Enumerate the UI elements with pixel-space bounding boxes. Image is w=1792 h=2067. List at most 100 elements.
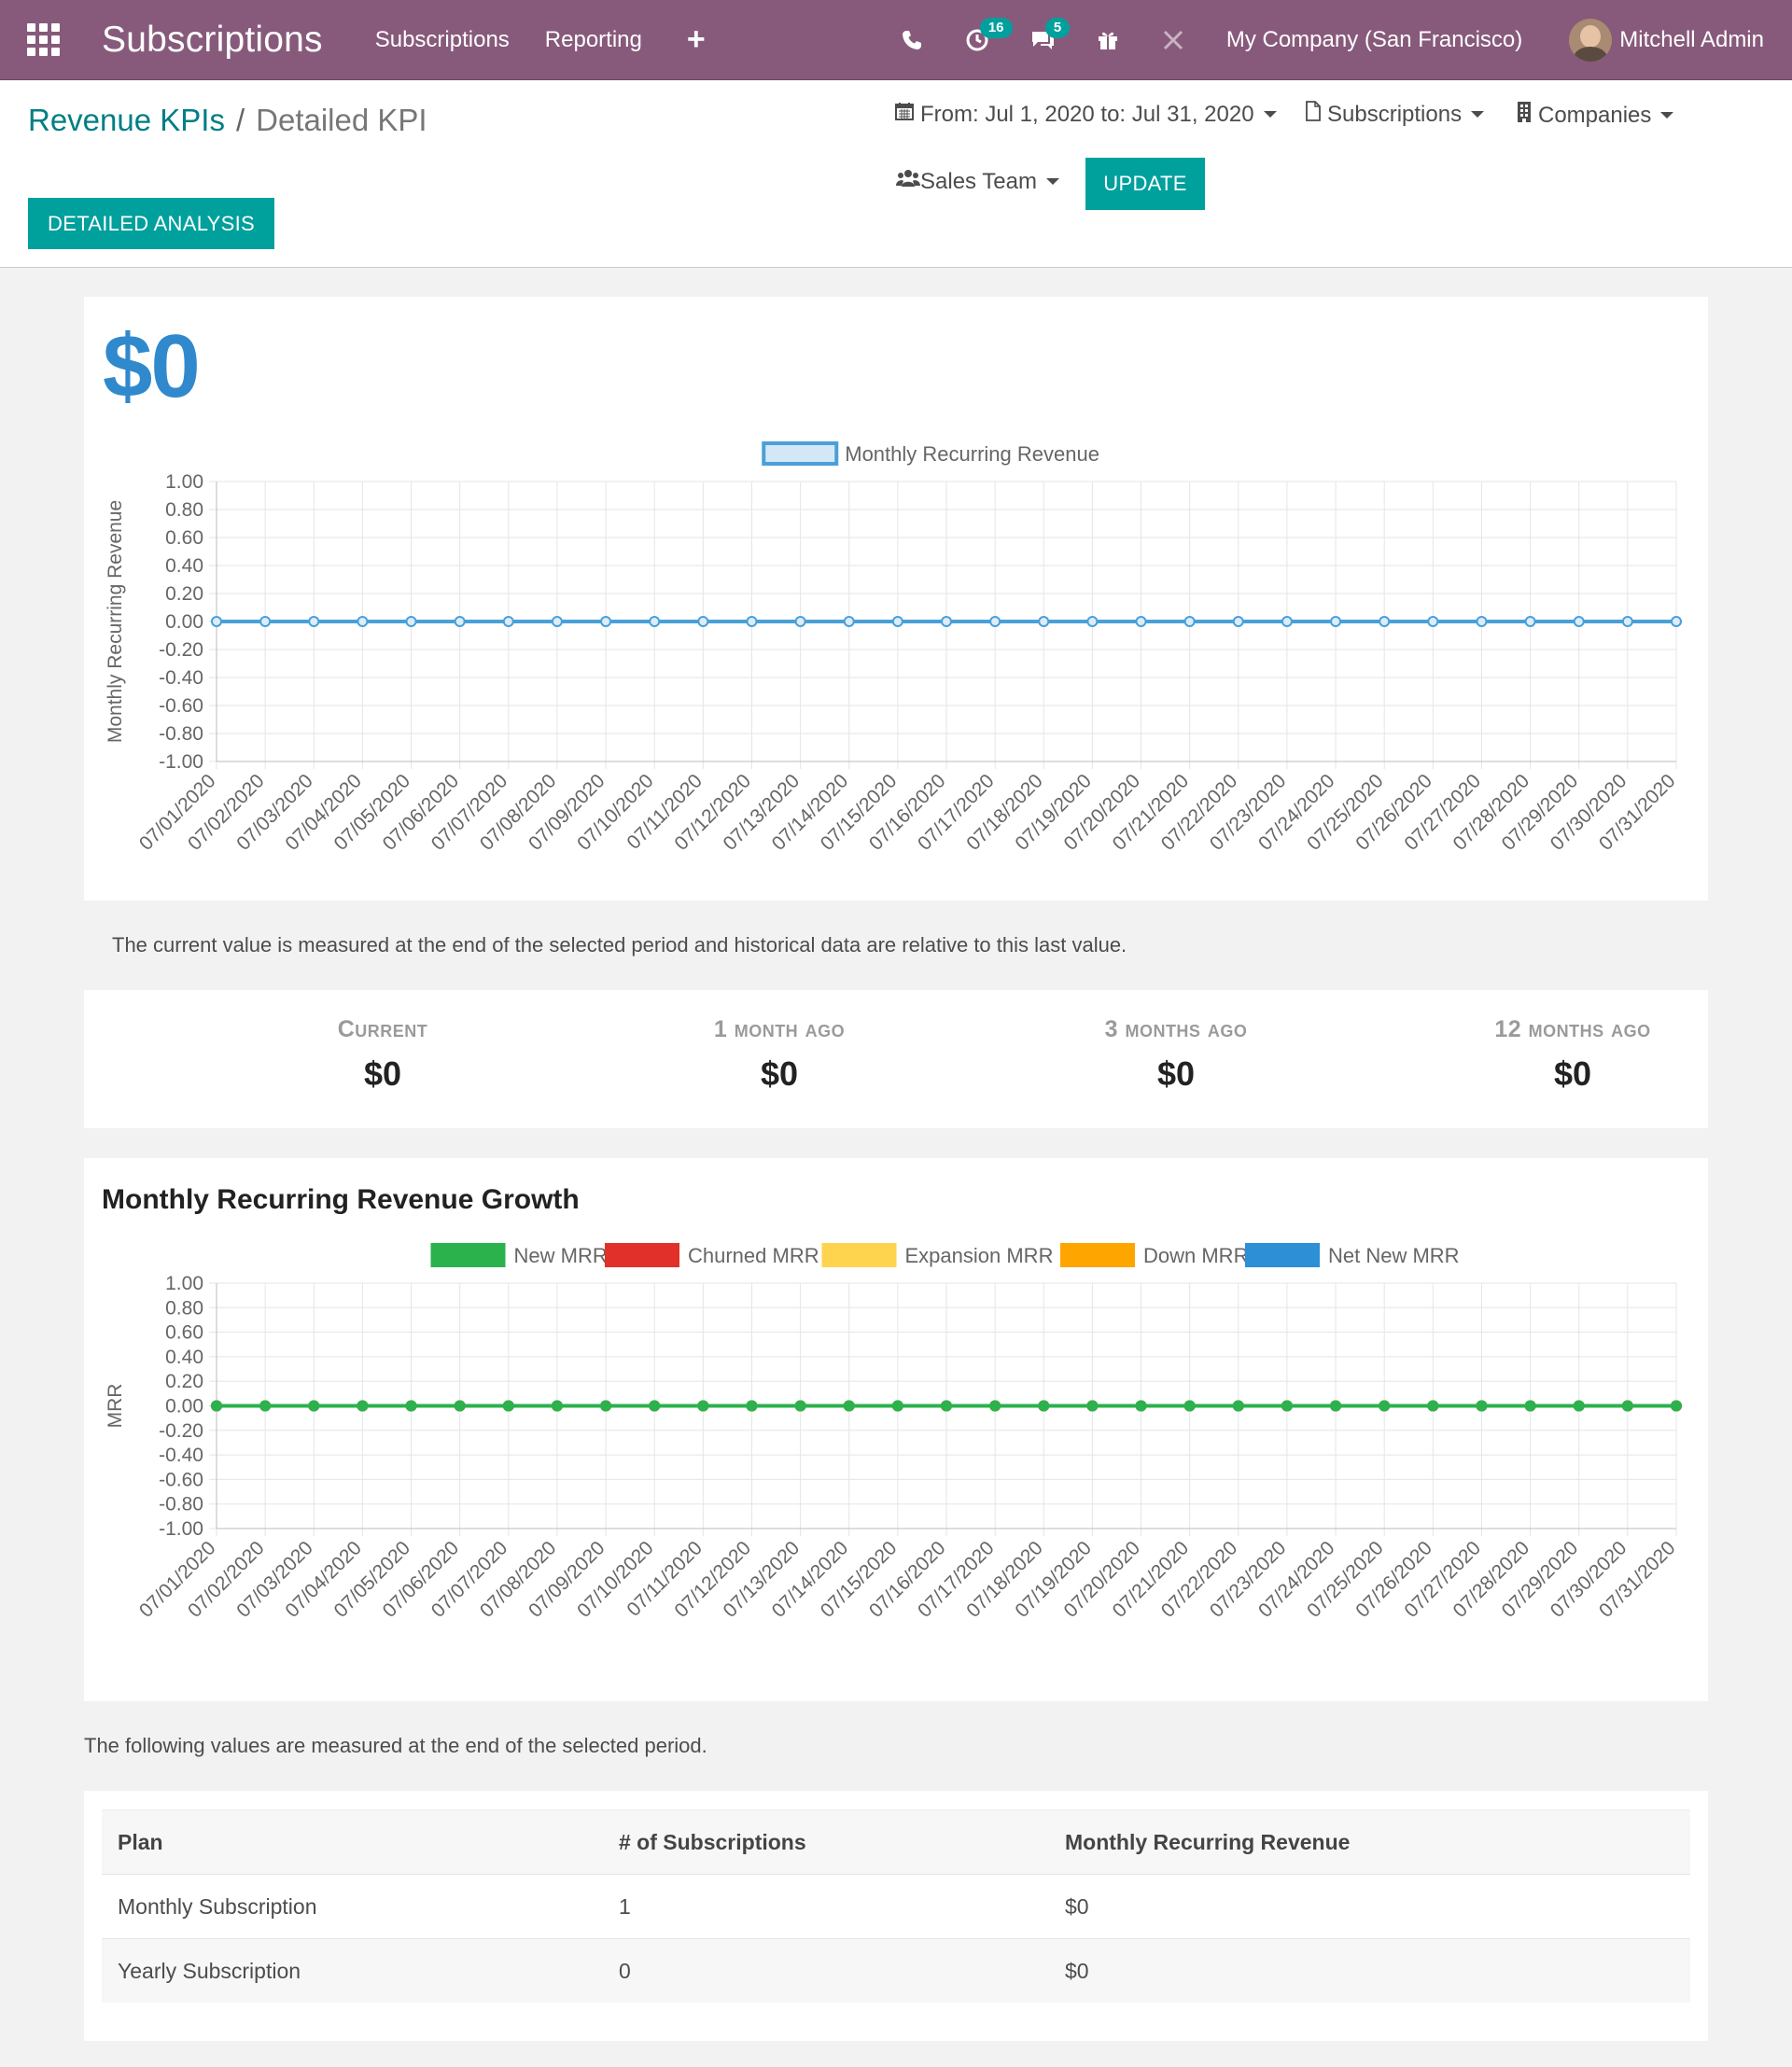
data-point bbox=[405, 1400, 417, 1412]
data-point bbox=[1379, 1400, 1391, 1412]
y-tick-label: 0.80 bbox=[165, 1297, 203, 1319]
apps-grid-icon[interactable] bbox=[27, 23, 61, 57]
tools-icon[interactable] bbox=[1159, 26, 1187, 54]
data-point bbox=[454, 616, 466, 627]
data-point bbox=[502, 1400, 514, 1412]
data-point bbox=[1232, 1400, 1244, 1412]
y-tick-label: -1.00 bbox=[159, 751, 203, 773]
date-filter-dropdown[interactable]: From: Jul 1, 2020 to: Jul 31, 2020 bbox=[894, 101, 1277, 128]
legend-swatch bbox=[821, 1243, 897, 1267]
chevron-down-icon bbox=[1045, 178, 1059, 185]
sales-team-filter-label: Sales Team bbox=[920, 168, 1037, 194]
kpi-value: $0 bbox=[363, 1054, 402, 1093]
data-point bbox=[1573, 1400, 1585, 1412]
data-point bbox=[794, 1400, 806, 1412]
legend-label: Expansion MRR bbox=[905, 1244, 1054, 1267]
y-tick-label: -0.20 bbox=[159, 639, 203, 661]
data-point bbox=[746, 616, 758, 627]
y-tick-label: -0.20 bbox=[159, 1420, 203, 1442]
data-point bbox=[405, 616, 417, 627]
data-point bbox=[1427, 616, 1439, 627]
data-point bbox=[891, 1400, 903, 1412]
menu-subscriptions[interactable]: Subscriptions bbox=[375, 27, 510, 53]
chevron-down-icon bbox=[1660, 112, 1674, 119]
kpi-1-month-ago: 1 month ago $0 bbox=[583, 1016, 975, 1094]
data-point bbox=[259, 1400, 272, 1412]
data-point bbox=[1524, 1400, 1536, 1412]
company-switcher[interactable]: My Company (San Francisco) bbox=[1226, 27, 1522, 53]
data-point bbox=[1524, 616, 1536, 627]
companies-filter-dropdown[interactable]: Companies bbox=[1516, 101, 1674, 130]
data-point bbox=[843, 1400, 855, 1412]
data-point bbox=[941, 616, 952, 627]
kpi-label: 12 months ago bbox=[1494, 1016, 1651, 1042]
data-point bbox=[551, 1400, 563, 1412]
plans-table-card: Plan # of Subscriptions Monthly Recurrin… bbox=[84, 1791, 1708, 2041]
data-point bbox=[551, 616, 563, 627]
mrr-growth-card: Monthly Recurring Revenue Growth New MRR… bbox=[84, 1158, 1708, 1701]
clock-icon[interactable]: 16 bbox=[963, 18, 1013, 54]
legend-swatch bbox=[430, 1243, 506, 1267]
data-point bbox=[649, 616, 661, 627]
data-point bbox=[746, 1400, 758, 1412]
data-point bbox=[259, 616, 272, 627]
y-tick-label: 0.60 bbox=[165, 1322, 203, 1344]
breadcrumb-revenue-kpis[interactable]: Revenue KPIs bbox=[28, 103, 225, 138]
building-icon bbox=[1516, 101, 1533, 130]
y-tick-label: -0.80 bbox=[159, 723, 203, 745]
data-point bbox=[1038, 616, 1050, 627]
data-point bbox=[697, 1400, 709, 1412]
sales-team-filter-dropdown[interactable]: Sales Team bbox=[896, 168, 1059, 195]
legend-label: New MRR bbox=[514, 1244, 608, 1267]
legend-swatch bbox=[1245, 1243, 1320, 1267]
document-icon bbox=[1305, 101, 1322, 128]
plus-icon[interactable]: + bbox=[687, 21, 706, 58]
data-point bbox=[1086, 616, 1099, 627]
data-point bbox=[649, 1400, 661, 1412]
y-tick-label: 0.40 bbox=[165, 1347, 203, 1368]
mrr-line-chart: Monthly Recurring Revenue 1.00 0.80 0.60 0.4… bbox=[105, 441, 1682, 855]
phone-icon[interactable] bbox=[898, 26, 926, 54]
subscriptions-filter-label: Subscriptions bbox=[1327, 101, 1463, 127]
legend-swatch bbox=[762, 441, 839, 466]
kpi-note: The current value is measured at the end… bbox=[112, 933, 1127, 957]
data-point bbox=[843, 616, 855, 627]
app-title[interactable]: Subscriptions bbox=[102, 20, 323, 61]
data-point bbox=[1038, 1400, 1050, 1412]
gift-icon[interactable] bbox=[1094, 26, 1122, 54]
data-point bbox=[454, 1400, 466, 1412]
detailed-analysis-button[interactable]: Detailed Analysis bbox=[28, 198, 274, 249]
data-point bbox=[502, 616, 514, 627]
y-tick-label: 1.00 bbox=[165, 1273, 203, 1294]
update-button[interactable]: Update bbox=[1085, 158, 1205, 210]
avatar[interactable] bbox=[1569, 19, 1613, 62]
subscriptions-filter-dropdown[interactable]: Subscriptions bbox=[1305, 101, 1485, 128]
calendar-icon bbox=[894, 101, 915, 128]
data-point bbox=[1281, 616, 1293, 627]
chat-icon[interactable]: 5 bbox=[1029, 18, 1071, 54]
user-menu[interactable]: Mitchell Admin bbox=[1619, 27, 1764, 53]
date-filter-label: From: Jul 1, 2020 to: Jul 31, 2020 bbox=[920, 101, 1254, 127]
y-tick-label: -0.40 bbox=[159, 1445, 203, 1466]
legend-label: Monthly Recurring Revenue bbox=[845, 442, 1099, 466]
data-point bbox=[357, 1400, 369, 1412]
data-point bbox=[1621, 1400, 1633, 1412]
y-tick-label: -0.40 bbox=[159, 667, 203, 689]
data-point bbox=[308, 616, 320, 627]
data-point bbox=[1427, 1400, 1439, 1412]
data-point bbox=[941, 1400, 952, 1412]
data-point bbox=[1281, 1400, 1293, 1412]
kpi-value: $0 bbox=[1156, 1054, 1196, 1093]
menu-reporting[interactable]: Reporting bbox=[545, 27, 642, 53]
data-point bbox=[1671, 1400, 1682, 1412]
breadcrumb-separator: / bbox=[235, 103, 245, 137]
data-point bbox=[1573, 616, 1585, 627]
data-point bbox=[211, 1400, 222, 1412]
data-point bbox=[1086, 1400, 1099, 1412]
kpi-12-months-ago: 12 months ago $0 bbox=[1377, 1016, 1769, 1094]
data-point bbox=[1330, 616, 1342, 627]
control-panel: Revenue KPIs / Detailed KPI Detailed Ana… bbox=[0, 80, 1792, 268]
y-tick-label: 1.00 bbox=[165, 471, 203, 493]
kpi-history-card: Current $0 1 month ago $0 3 months ago $… bbox=[84, 990, 1708, 1128]
cell-plan: Monthly Subscription bbox=[118, 1893, 317, 1919]
